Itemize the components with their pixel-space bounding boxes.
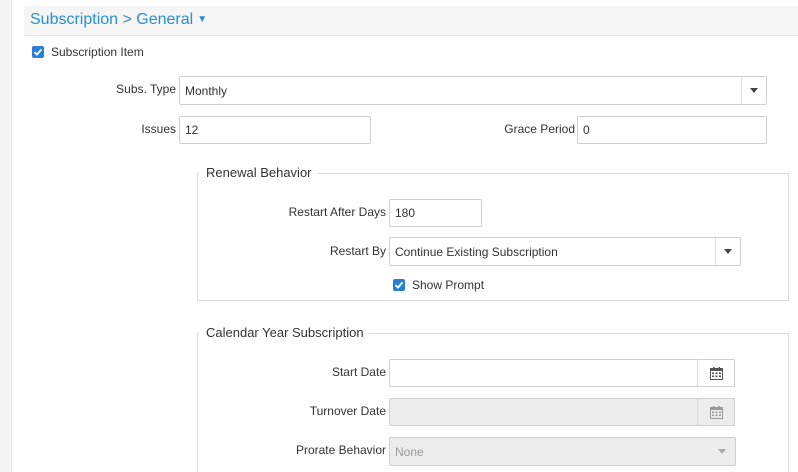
show-prompt-checkbox[interactable] — [393, 279, 405, 291]
subs-type-dropdown-toggle[interactable] — [741, 77, 766, 104]
start-date-picker-button[interactable] — [697, 359, 735, 387]
prorate-behavior-select: None — [389, 437, 736, 466]
calendar-year-subscription-legend: Calendar Year Subscription — [199, 325, 369, 340]
subs-type-label: Subs. Type — [116, 82, 176, 96]
restart-by-value: Continue Existing Subscription — [395, 245, 558, 259]
turnover-date-picker-button — [697, 398, 735, 426]
start-date-label: Start Date — [331, 365, 386, 379]
subscription-item-label: Subscription Item — [51, 45, 144, 59]
section-title: Subscription > General — [30, 11, 194, 28]
check-icon — [33, 48, 43, 56]
restart-after-days-input[interactable]: 180 — [389, 199, 482, 227]
restart-after-days-label: Restart After Days — [288, 205, 386, 219]
restart-by-label: Restart By — [329, 244, 386, 258]
show-prompt-label: Show Prompt — [412, 278, 485, 292]
restart-by-dropdown-toggle[interactable] — [715, 238, 740, 265]
turnover-date-label: Turnover Date — [309, 404, 386, 418]
prorate-behavior-value: None — [395, 445, 424, 459]
prorate-behavior-dropdown-toggle — [710, 438, 735, 465]
calendar-icon — [710, 367, 723, 380]
chevron-down-icon — [718, 449, 726, 454]
chevron-down-icon — [724, 249, 732, 254]
subscription-item-checkbox[interactable] — [32, 46, 44, 58]
chevron-down-icon — [750, 88, 758, 93]
turnover-date-input — [389, 398, 698, 426]
grace-period-label: Grace Period — [504, 122, 575, 136]
issues-input[interactable]: 12 — [179, 116, 371, 144]
renewal-behavior-legend: Renewal Behavior — [199, 165, 317, 180]
calendar-icon — [710, 406, 723, 419]
issues-label: Issues — [141, 122, 176, 136]
left-rail — [0, 0, 12, 472]
section-header: Subscription > General ▼ — [24, 6, 798, 36]
start-date-input[interactable] — [389, 359, 698, 387]
caret-down-icon: ▼ — [197, 14, 208, 25]
restart-by-select[interactable]: Continue Existing Subscription — [389, 237, 741, 266]
subs-type-value: Monthly — [185, 84, 228, 98]
check-icon — [394, 281, 404, 289]
prorate-behavior-label: Prorate Behavior — [295, 443, 386, 457]
grace-period-input[interactable]: 0 — [577, 116, 767, 144]
subs-type-select[interactable]: Monthly — [179, 76, 767, 105]
section-title-toggle[interactable]: Subscription > General ▼ — [30, 11, 207, 29]
